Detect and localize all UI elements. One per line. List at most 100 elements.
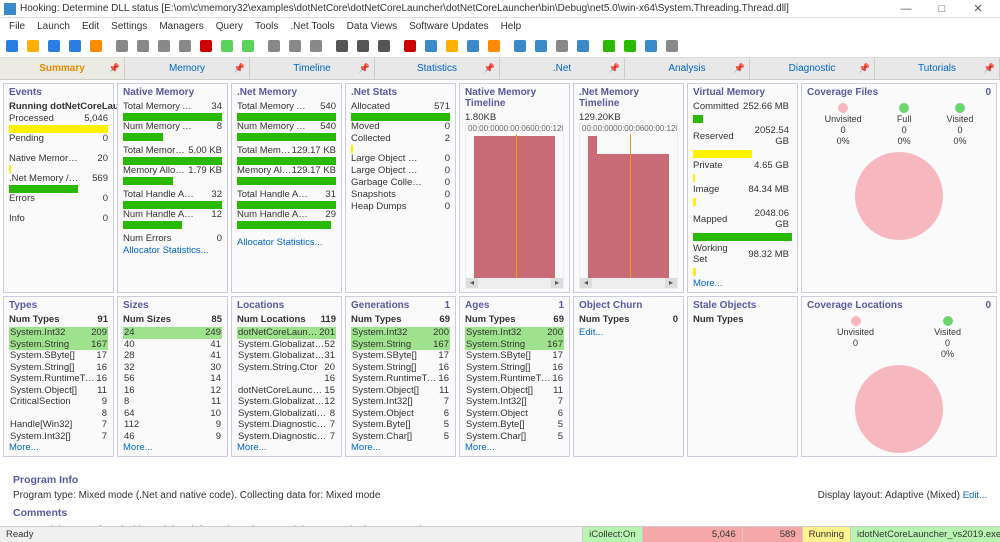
erase-icon[interactable] bbox=[306, 36, 326, 56]
list-item[interactable]: System.Int32[]7 bbox=[351, 396, 450, 408]
settings-icon[interactable] bbox=[86, 36, 106, 56]
list-item[interactable]: 6410 bbox=[123, 408, 222, 420]
list-item[interactable]: System.Diagnostics.Trac7 bbox=[237, 431, 336, 443]
menu-tools[interactable]: Tools bbox=[250, 20, 283, 33]
object-churn-edit-link[interactable]: Edit... bbox=[579, 327, 678, 338]
generations-more-link[interactable]: More... bbox=[351, 442, 450, 453]
types-more-link[interactable]: More... bbox=[9, 442, 108, 453]
table-icon[interactable] bbox=[484, 36, 504, 56]
play-icon[interactable] bbox=[217, 36, 237, 56]
wand-icon[interactable] bbox=[112, 36, 132, 56]
list-item[interactable]: System.Diagnostics.Trac7 bbox=[237, 419, 336, 431]
list-item[interactable]: 2841 bbox=[123, 350, 222, 362]
zoom-out-icon[interactable] bbox=[332, 36, 352, 56]
undo-icon[interactable] bbox=[264, 36, 284, 56]
db-icon[interactable] bbox=[510, 36, 530, 56]
list-item[interactable]: System.Object[]11 bbox=[465, 385, 564, 397]
tab-net[interactable]: .Net📌 bbox=[500, 58, 625, 79]
list-item[interactable]: 16 bbox=[237, 373, 336, 385]
list-item[interactable]: System.Char[]5 bbox=[465, 431, 564, 443]
native-timeline-chart[interactable]: 00:00:0000:00:0600:00:1200:00:18 ◂▸ bbox=[465, 123, 564, 289]
list-item[interactable]: System.Byte[]5 bbox=[465, 419, 564, 431]
list-item[interactable]: System.SByte[]17 bbox=[351, 350, 450, 362]
list-item[interactable]: CriticalSection9 bbox=[9, 396, 108, 408]
chart-icon[interactable] bbox=[463, 36, 483, 56]
list-item[interactable]: dotNetCoreLauncher.Proc201 bbox=[237, 327, 336, 339]
menu-managers[interactable]: Managers bbox=[154, 20, 208, 33]
tab-statistics[interactable]: Statistics📌 bbox=[375, 58, 500, 79]
list-item[interactable]: 4041 bbox=[123, 339, 222, 351]
tab-timeline[interactable]: Timeline📌 bbox=[250, 58, 375, 79]
redo-icon[interactable] bbox=[285, 36, 305, 56]
graph-icon[interactable] bbox=[552, 36, 572, 56]
drop-icon[interactable] bbox=[400, 36, 420, 56]
list-item[interactable]: System.Object6 bbox=[351, 408, 450, 420]
marker-icon[interactable] bbox=[175, 36, 195, 56]
list-item[interactable]: System.RuntimeType16 bbox=[465, 373, 564, 385]
list-item[interactable]: System.Int32200 bbox=[351, 327, 450, 339]
flag-icon[interactable] bbox=[421, 36, 441, 56]
list-item[interactable]: 3230 bbox=[123, 362, 222, 374]
sizes-more-link[interactable]: More... bbox=[123, 442, 222, 453]
list-item[interactable]: System.Object[]11 bbox=[9, 385, 108, 397]
tree-icon[interactable] bbox=[531, 36, 551, 56]
list-item[interactable]: System.Globalization.Cal12 bbox=[237, 396, 336, 408]
list-item[interactable]: System.Char[]5 bbox=[351, 431, 450, 443]
list-item[interactable]: 469 bbox=[123, 431, 222, 443]
layers-icon[interactable] bbox=[573, 36, 593, 56]
list-item[interactable]: System.String167 bbox=[9, 339, 108, 351]
menu-softwareupdates[interactable]: Software Updates bbox=[404, 20, 494, 33]
menu-nettools[interactable]: .Net Tools bbox=[285, 20, 339, 33]
list-item[interactable]: Handle[Win32]7 bbox=[9, 419, 108, 431]
list-item[interactable]: System.String167 bbox=[465, 339, 564, 351]
tab-analysis[interactable]: Analysis📌 bbox=[625, 58, 750, 79]
display-layout-edit-link[interactable]: Edit... bbox=[963, 490, 987, 501]
ages-more-link[interactable]: More... bbox=[465, 442, 564, 453]
close-button[interactable]: ✕ bbox=[960, 1, 996, 17]
list-item[interactable]: System.SByte[]17 bbox=[9, 350, 108, 362]
virtual-memory-more-link[interactable]: More... bbox=[693, 278, 792, 289]
grid-icon[interactable] bbox=[442, 36, 462, 56]
list-item[interactable]: System.Int32[]7 bbox=[9, 431, 108, 443]
list-item[interactable]: System.Object6 bbox=[465, 408, 564, 420]
list-item[interactable]: 811 bbox=[123, 396, 222, 408]
menu-help[interactable]: Help bbox=[496, 20, 527, 33]
recycle-icon[interactable] bbox=[620, 36, 640, 56]
list-item[interactable]: System.Int32[]7 bbox=[465, 396, 564, 408]
list-item[interactable]: 24249 bbox=[123, 327, 222, 339]
minimize-button[interactable]: — bbox=[888, 1, 924, 17]
zoom-fit-icon[interactable] bbox=[374, 36, 394, 56]
list-item[interactable]: System.String.Ctor20 bbox=[237, 362, 336, 374]
list-item[interactable]: 1129 bbox=[123, 419, 222, 431]
save-icon[interactable] bbox=[23, 36, 43, 56]
list-item[interactable]: 8 bbox=[9, 408, 108, 420]
pause-icon[interactable] bbox=[238, 36, 258, 56]
locations-more-link[interactable]: More... bbox=[237, 442, 336, 453]
tab-tutorials[interactable]: Tutorials📌 bbox=[875, 58, 1000, 79]
menu-launch[interactable]: Launch bbox=[32, 20, 75, 33]
net-timeline-scrollbar[interactable]: ◂▸ bbox=[580, 278, 677, 288]
filter-icon[interactable] bbox=[44, 36, 64, 56]
list-item[interactable]: System.String[]16 bbox=[351, 362, 450, 374]
refresh-icon[interactable] bbox=[65, 36, 85, 56]
list-item[interactable]: System.String[]16 bbox=[9, 362, 108, 374]
list-item[interactable]: System.Byte[]5 bbox=[351, 419, 450, 431]
open-icon[interactable] bbox=[2, 36, 22, 56]
stop-icon[interactable] bbox=[196, 36, 216, 56]
camera-icon[interactable] bbox=[662, 36, 682, 56]
list-item[interactable]: System.Int32209 bbox=[9, 327, 108, 339]
native-timeline-scrollbar[interactable]: ◂▸ bbox=[466, 278, 563, 288]
list-item[interactable]: System.SByte[]17 bbox=[465, 350, 564, 362]
list-item[interactable]: 5614 bbox=[123, 373, 222, 385]
list-item[interactable]: 1612 bbox=[123, 385, 222, 397]
recycle-icon[interactable] bbox=[641, 36, 661, 56]
menu-query[interactable]: Query bbox=[211, 20, 248, 33]
list-item[interactable]: System.Object[]11 bbox=[351, 385, 450, 397]
list-item[interactable]: System.RuntimeType16 bbox=[9, 373, 108, 385]
brush-icon[interactable] bbox=[133, 36, 153, 56]
menu-settings[interactable]: Settings bbox=[106, 20, 152, 33]
menu-dataviews[interactable]: Data Views bbox=[342, 20, 402, 33]
list-item[interactable]: dotNetCoreLauncher.Proc15 bbox=[237, 385, 336, 397]
tab-memory[interactable]: Memory📌 bbox=[125, 58, 250, 79]
menu-file[interactable]: File bbox=[4, 20, 30, 33]
